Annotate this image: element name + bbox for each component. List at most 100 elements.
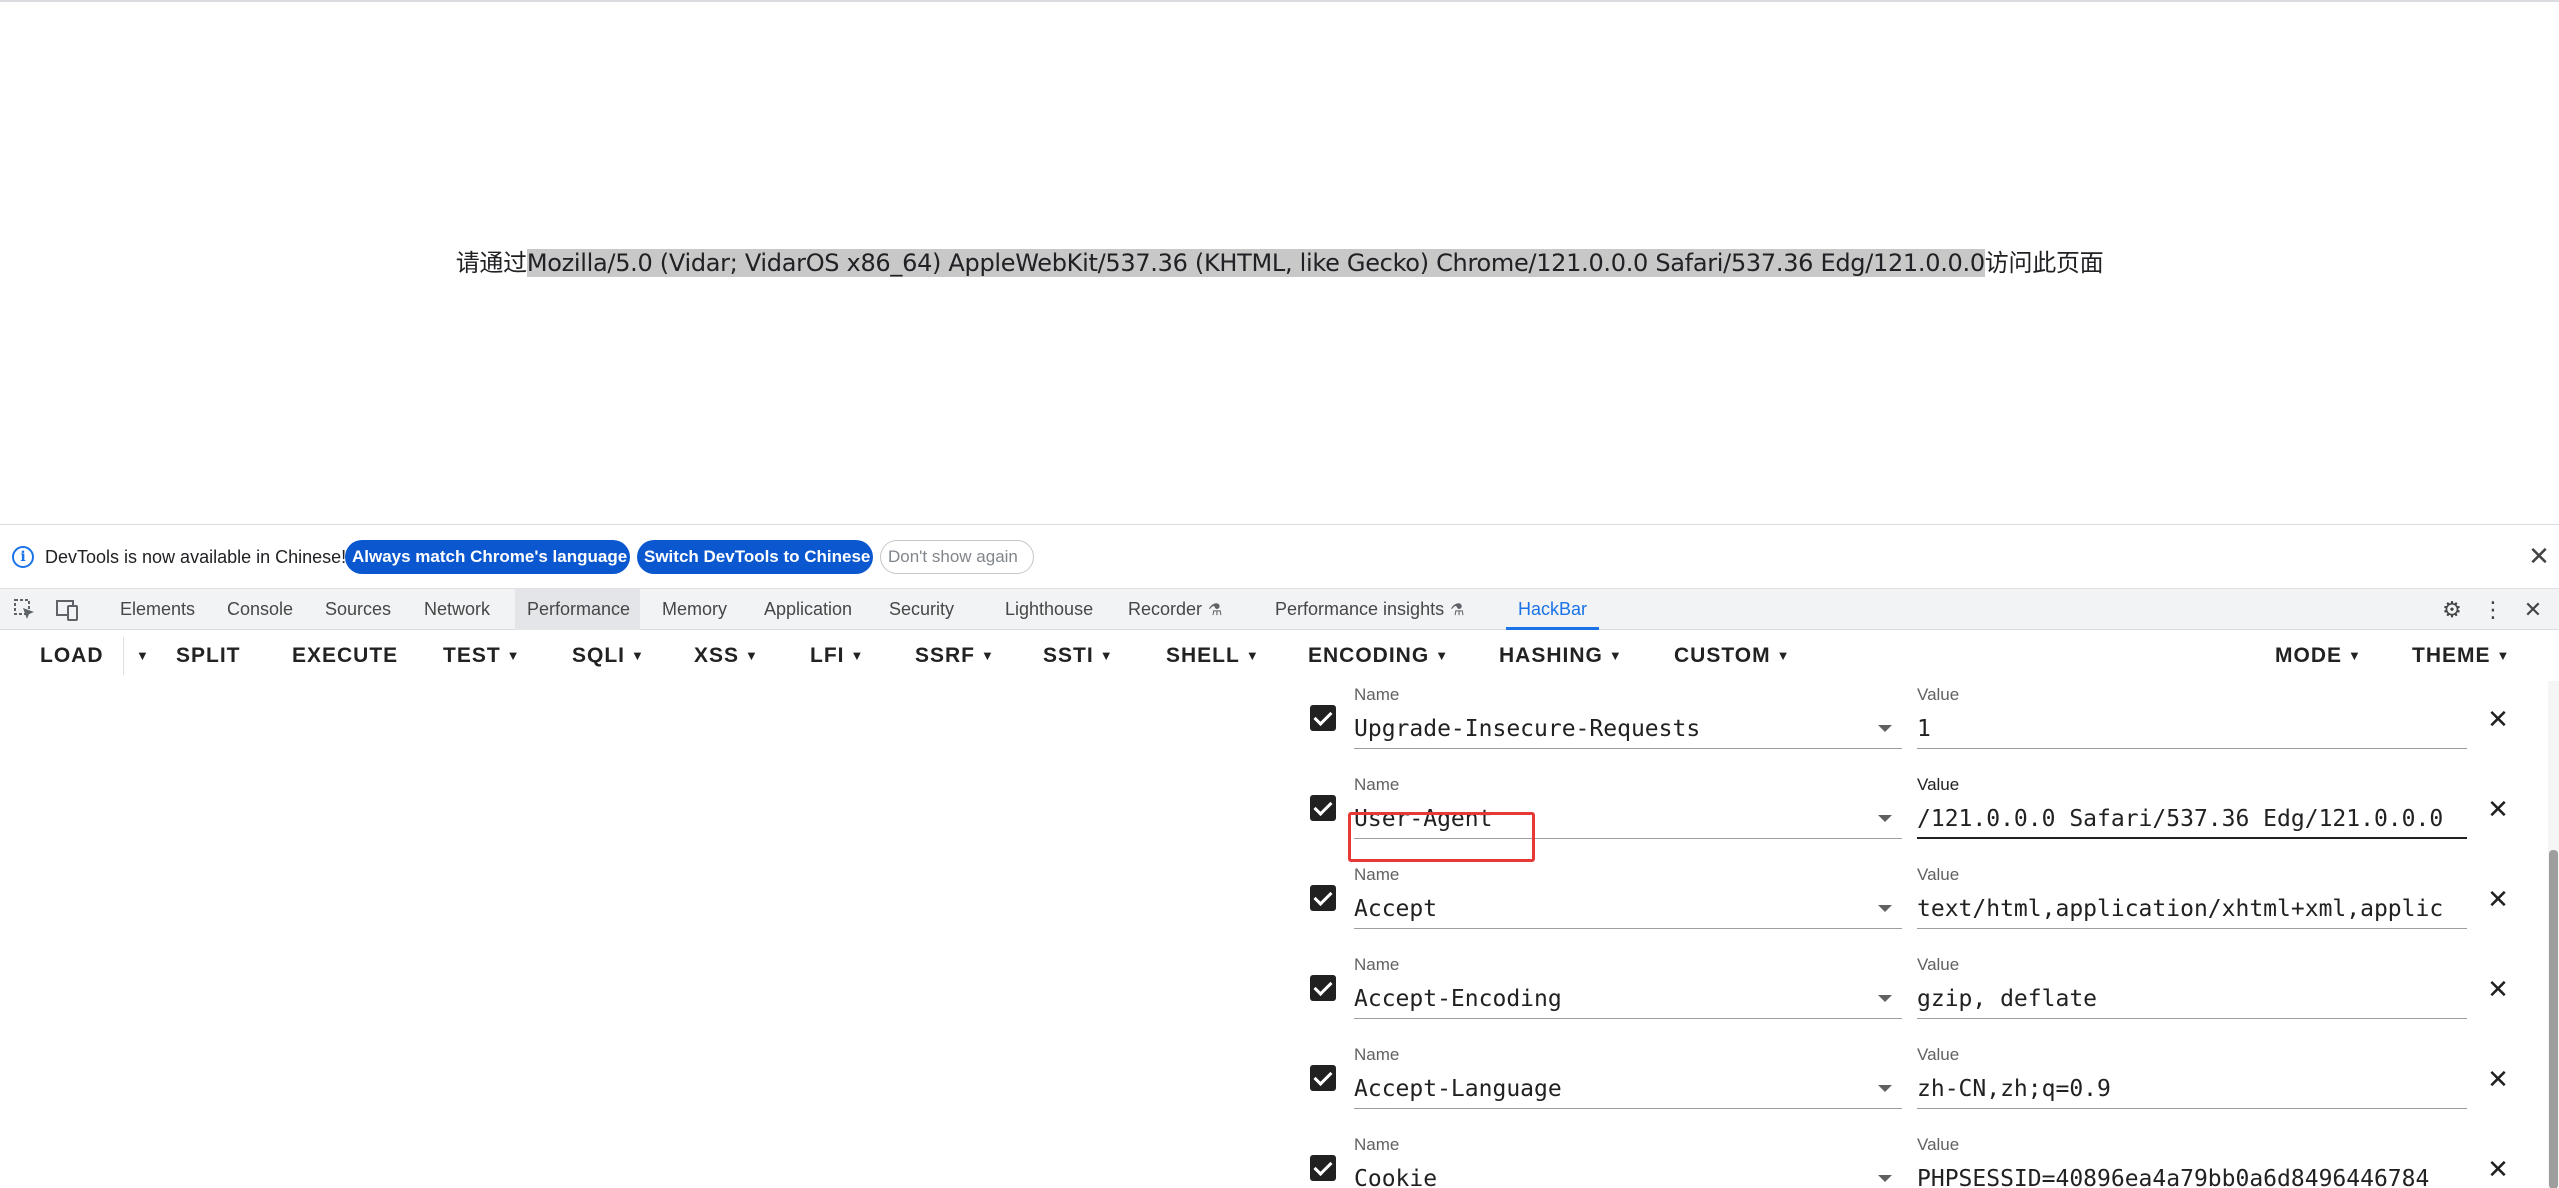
hashing-label: HASHING <box>1499 644 1603 667</box>
chevron-down-icon[interactable] <box>1878 1085 1892 1092</box>
header-enabled-checkbox[interactable] <box>1310 1155 1336 1181</box>
execute-button[interactable]: EXECUTE <box>292 631 398 681</box>
chevron-down-icon[interactable] <box>1878 725 1892 732</box>
header-value-input[interactable]: 1 <box>1917 711 2467 749</box>
ssti-menu-button[interactable]: SSTI ▼ <box>1043 631 1114 681</box>
name-label: Name <box>1354 1135 1400 1154</box>
header-enabled-checkbox[interactable] <box>1310 885 1336 911</box>
caret-down-icon: ▼ <box>745 648 759 663</box>
inspect-element-icon[interactable] <box>12 597 38 623</box>
ssrf-menu-button[interactable]: SSRF ▼ <box>915 631 995 681</box>
device-toolbar-icon[interactable] <box>54 597 80 623</box>
tab-sources[interactable]: Sources <box>313 589 403 630</box>
remove-header-icon[interactable]: ✕ <box>2482 793 2514 825</box>
devtools-tab-bar: Elements Console Sources Network Perform… <box>0 588 2559 630</box>
split-button[interactable]: SPLIT <box>176 631 241 681</box>
tab-performance-insights-label: Performance insights <box>1275 599 1445 619</box>
tab-network[interactable]: Network <box>412 589 502 630</box>
hashing-menu-button[interactable]: HASHING ▼ <box>1499 631 1623 681</box>
header-name-input[interactable]: Accept <box>1354 891 1902 929</box>
xss-menu-button[interactable]: XSS ▼ <box>694 631 759 681</box>
header-value-input[interactable]: zh-CN,zh;q=0.9 <box>1917 1071 2467 1109</box>
tab-security[interactable]: Security <box>877 589 966 630</box>
infobar-message: DevTools is now available in Chinese! <box>45 547 347 567</box>
header-name-input[interactable]: Accept-Language <box>1354 1071 1902 1109</box>
remove-header-icon[interactable]: ✕ <box>2482 1063 2514 1095</box>
remove-header-icon[interactable]: ✕ <box>2482 973 2514 1005</box>
caret-down-icon: ▼ <box>631 648 645 663</box>
value-label: Value <box>1917 685 1960 704</box>
theme-label: THEME <box>2412 644 2491 667</box>
header-row: Name Upgrade-Insecure-Requests Value 1 ✕ <box>1300 685 2559 775</box>
caret-down-icon: ▼ <box>136 648 150 663</box>
close-devtools-icon[interactable]: ✕ <box>2518 595 2548 625</box>
chevron-down-icon[interactable] <box>1878 815 1892 822</box>
header-value-input[interactable]: gzip, deflate <box>1917 981 2467 1019</box>
scrollbar-thumb[interactable] <box>2549 850 2558 1188</box>
load-dropdown-button[interactable]: ▼ <box>130 631 150 681</box>
custom-menu-button[interactable]: CUSTOM ▼ <box>1674 631 1791 681</box>
tab-recorder[interactable]: Recorder ⚗ <box>1116 589 1234 630</box>
chevron-down-icon[interactable] <box>1878 905 1892 912</box>
hackbar-toolbar: LOAD ▼ SPLIT EXECUTE TEST ▼ SQLI ▼ XSS ▼ LF… <box>0 631 2559 681</box>
header-row: Name Accept-Language Value zh-CN,zh;q=0.… <box>1300 1045 2559 1135</box>
header-name-input[interactable]: Upgrade-Insecure-Requests <box>1354 711 1902 749</box>
tab-memory[interactable]: Memory <box>650 589 739 630</box>
tab-application[interactable]: Application <box>752 589 864 630</box>
tab-lighthouse[interactable]: Lighthouse <box>993 589 1105 630</box>
more-vertical-icon[interactable]: ⋮ <box>2478 595 2508 625</box>
header-name-input[interactable]: Cookie <box>1354 1161 1902 1188</box>
name-label: Name <box>1354 1045 1400 1064</box>
tab-recorder-label: Recorder <box>1128 599 1203 619</box>
header-enabled-checkbox[interactable] <box>1310 975 1336 1001</box>
page-message: 请通过Mozilla/5.0 (Vidar; VidarOS x86_64) A… <box>0 245 2559 281</box>
name-label: Name <box>1354 775 1400 794</box>
sqli-menu-button[interactable]: SQLI ▼ <box>572 631 645 681</box>
shell-menu-button[interactable]: SHELL ▼ <box>1166 631 1260 681</box>
header-row: Name Cookie Value PHPSESSID=40896ea4a79b… <box>1300 1135 2559 1188</box>
header-enabled-checkbox[interactable] <box>1310 795 1336 821</box>
name-label: Name <box>1354 685 1400 704</box>
header-value-input[interactable]: text/html,application/xhtml+xml,applic <box>1917 891 2467 929</box>
theme-menu-button[interactable]: THEME ▼ <box>2412 631 2510 681</box>
header-enabled-checkbox[interactable] <box>1310 705 1336 731</box>
shell-label: SHELL <box>1166 644 1240 667</box>
header-value-input[interactable]: /121.0.0.0 Safari/537.36 Edg/121.0.0.0 <box>1917 801 2467 839</box>
test-menu-button[interactable]: TEST ▼ <box>443 631 521 681</box>
tab-console[interactable]: Console <box>215 589 305 630</box>
remove-header-icon[interactable]: ✕ <box>2482 1153 2514 1185</box>
tab-performance[interactable]: Performance <box>515 589 640 630</box>
caret-down-icon: ▼ <box>850 648 865 663</box>
load-button[interactable]: LOAD <box>40 631 104 681</box>
tab-performance-insights[interactable]: Performance insights ⚗ <box>1263 589 1476 630</box>
message-prefix: 请通过 <box>455 249 527 277</box>
custom-label: CUSTOM <box>1674 644 1771 667</box>
caret-down-icon: ▼ <box>1776 648 1791 663</box>
header-name-input[interactable]: Accept-Encoding <box>1354 981 1902 1019</box>
switch-devtools-chinese-button[interactable]: Switch DevTools to Chinese <box>637 540 873 574</box>
message-suffix: 访问此页面 <box>1984 249 2104 277</box>
lfi-menu-button[interactable]: LFI ▼ <box>810 631 864 681</box>
chevron-down-icon[interactable] <box>1878 1175 1892 1182</box>
tab-hackbar[interactable]: HackBar <box>1506 589 1600 630</box>
caret-down-icon: ▼ <box>981 648 995 663</box>
close-icon[interactable]: ✕ <box>2524 541 2554 571</box>
always-match-language-button[interactable]: Always match Chrome's language <box>345 540 630 574</box>
mode-menu-button[interactable]: MODE ▼ <box>2275 631 2362 681</box>
lfi-label: LFI <box>810 644 845 667</box>
tab-elements[interactable]: Elements <box>108 589 207 630</box>
header-enabled-checkbox[interactable] <box>1310 1065 1336 1091</box>
caret-down-icon: ▼ <box>1608 648 1623 663</box>
header-value-input[interactable]: PHPSESSID=40896ea4a79bb0a6d8496446784 <box>1917 1161 2467 1188</box>
chevron-down-icon[interactable] <box>1878 995 1892 1002</box>
encoding-menu-button[interactable]: ENCODING ▼ <box>1308 631 1449 681</box>
value-label: Value <box>1917 865 1960 884</box>
dont-show-again-button[interactable]: Don't show again <box>880 540 1034 574</box>
remove-header-icon[interactable]: ✕ <box>2482 883 2514 915</box>
name-label: Name <box>1354 865 1400 884</box>
gear-icon[interactable]: ⚙ <box>2437 595 2467 625</box>
remove-header-icon[interactable]: ✕ <box>2482 703 2514 735</box>
name-label: Name <box>1354 955 1400 974</box>
value-label: Value <box>1917 1045 1960 1064</box>
value-label: Value <box>1917 775 1960 794</box>
